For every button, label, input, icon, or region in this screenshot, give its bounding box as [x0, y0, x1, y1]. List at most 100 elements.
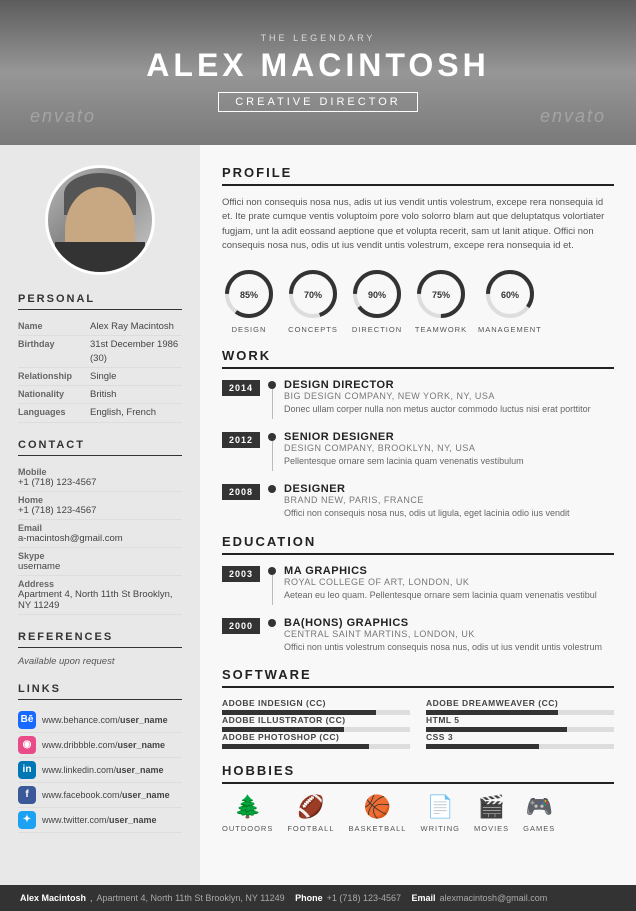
hobby-movies: 🎬 MOVIES: [474, 794, 509, 833]
twitter-icon: ✦: [18, 811, 36, 829]
footer-email-label: Email: [412, 893, 436, 903]
timeline-entry: 2012 SENIOR DESIGNER DESIGN COMPANY, BRO…: [222, 431, 614, 471]
facebook-icon: f: [18, 786, 36, 804]
hobby-label: GAMES: [523, 824, 555, 833]
timeline-dot: [268, 381, 276, 389]
work-list: 2014 DESIGN DIRECTOR BIG DESIGN COMPANY,…: [222, 379, 614, 520]
header: envato envato THE LEGENDARY ALEX MACINTO…: [0, 0, 636, 145]
software-name: ADOBE INDESIGN (CC): [222, 698, 410, 708]
education-list: 2003 MA GRAPHICS ROYAL COLLEGE OF ART, L…: [222, 565, 614, 654]
skills-row: 85% DESIGN 70% CONCEPTS 90% DIRECTION 75…: [222, 267, 614, 334]
hobby-icon: 🌲: [234, 794, 261, 820]
skill-label: DIRECTION: [352, 325, 402, 334]
contact-label: Email: [18, 523, 182, 533]
software-bar-bg: [222, 744, 410, 749]
link-item-facebook[interactable]: fwww.facebook.com/user_name: [18, 783, 182, 808]
skill-direction: 90% DIRECTION: [350, 267, 404, 334]
timeline-job-title: DESIGN DIRECTOR: [284, 379, 591, 391]
timeline-job-title: BA(HONS) GRAPHICS: [284, 617, 602, 629]
timeline-content: DESIGN DIRECTOR BIG DESIGN COMPANY, NEW …: [284, 379, 591, 416]
timeline-company: CENTRAL SAINT MARTINS, LONDON, UK: [284, 629, 602, 639]
timeline-content: BA(HONS) GRAPHICS CENTRAL SAINT MARTINS,…: [284, 617, 602, 654]
links-section-title: LINKS: [18, 683, 182, 700]
link-item-linkedin[interactable]: inwww.linkedin.com/user_name: [18, 758, 182, 783]
profile-text: Offici non consequis nosa nus, adis ut i…: [222, 196, 614, 253]
right-column: PROFILE Offici non consequis nosa nus, a…: [200, 145, 636, 885]
footer-phone: +1 (718) 123-4567: [327, 893, 401, 903]
skill-label: TEAMWORK: [415, 325, 467, 334]
timeline-dot: [268, 619, 276, 627]
timeline-dot-line: [268, 617, 276, 627]
contact-label: Home: [18, 495, 182, 505]
contact-value: +1 (718) 123-4567: [18, 477, 182, 488]
personal-section-title: PERSONAL: [18, 293, 182, 310]
watermark-right: envato: [540, 106, 606, 127]
skill-label: CONCEPTS: [288, 325, 338, 334]
link-text: www.dribbble.com/user_name: [42, 740, 165, 750]
contact-label: Skype: [18, 551, 182, 561]
header-title: CREATIVE DIRECTOR: [235, 96, 401, 108]
software-name: ADOBE DREAMWEAVER (CC): [426, 698, 614, 708]
contact-value: a-macintosh@gmail.com: [18, 533, 182, 544]
hobbies-title: HOBBIES: [222, 763, 614, 784]
personal-label: Birthday: [18, 336, 90, 368]
hobby-icon: 🏀: [364, 794, 391, 820]
timeline-job-title: SENIOR DESIGNER: [284, 431, 524, 443]
link-text: www.behance.com/user_name: [42, 715, 168, 725]
hobby-games: 🎮 GAMES: [523, 794, 555, 833]
svg-text:85%: 85%: [240, 290, 258, 300]
work-title: WORK: [222, 348, 614, 369]
software-col-right: ADOBE DREAMWEAVER (CC) HTML 5 CSS 3: [426, 698, 614, 749]
skill-teamwork: 75% TEAMWORK: [414, 267, 468, 334]
software-grid: ADOBE INDESIGN (CC) ADOBE ILLUSTRATOR (C…: [222, 698, 614, 749]
link-item-behance[interactable]: Bēwww.behance.com/user_name: [18, 708, 182, 733]
skill-circle-svg: 70%: [286, 267, 340, 321]
timeline-desc: Pellentesque ornare sem lacinia quam ven…: [284, 455, 524, 468]
timeline-job-title: MA GRAPHICS: [284, 565, 597, 577]
software-item: ADOBE DREAMWEAVER (CC): [426, 698, 614, 715]
timeline-entry: 2014 DESIGN DIRECTOR BIG DESIGN COMPANY,…: [222, 379, 614, 419]
timeline-company: BRAND NEW, PARIS, FRANCE: [284, 495, 570, 505]
timeline-dot: [268, 433, 276, 441]
personal-label: Languages: [18, 404, 90, 422]
hobby-icon: 🏈: [297, 794, 324, 820]
contact-list: Mobile+1 (718) 123-4567Home+1 (718) 123-…: [18, 464, 182, 615]
footer-address: Apartment 4, North 11th St Brooklyn, NY …: [97, 893, 285, 903]
timeline-dot-line: [268, 379, 276, 419]
software-name: ADOBE ILLUSTRATOR (CC): [222, 715, 410, 725]
contact-item: Home+1 (718) 123-4567: [18, 492, 182, 520]
personal-row: LanguagesEnglish, French: [18, 404, 182, 422]
personal-row: NationalityBritish: [18, 386, 182, 404]
software-bar-fill: [426, 744, 539, 749]
dribbble-icon: ◉: [18, 736, 36, 754]
contact-label: Address: [18, 579, 182, 589]
timeline-company: DESIGN COMPANY, BROOKLYN, NY, USA: [284, 443, 524, 453]
header-content: THE LEGENDARY ALEX MACINTOSH CREATIVE DI…: [146, 33, 489, 112]
link-item-twitter[interactable]: ✦www.twitter.com/user_name: [18, 808, 182, 833]
software-item: ADOBE INDESIGN (CC): [222, 698, 410, 715]
hobby-label: WRITING: [420, 824, 460, 833]
hobby-basketball: 🏀 BASKETBALL: [349, 794, 407, 833]
timeline-company: BIG DESIGN COMPANY, NEW YORK, NY, USA: [284, 391, 591, 401]
contact-section-title: CONTACT: [18, 439, 182, 456]
header-title-box: CREATIVE DIRECTOR: [218, 92, 418, 112]
timeline-company: ROYAL COLLEGE OF ART, LONDON, UK: [284, 577, 597, 587]
skill-circle-svg: 60%: [483, 267, 537, 321]
contact-value: +1 (718) 123-4567: [18, 505, 182, 516]
timeline-content: MA GRAPHICS ROYAL COLLEGE OF ART, LONDON…: [284, 565, 597, 602]
timeline-content: DESIGNER BRAND NEW, PARIS, FRANCE Offici…: [284, 483, 570, 520]
timeline-dot-line: [268, 431, 276, 471]
link-item-dribbble[interactable]: ◉ www.dribbble.com/user_name: [18, 733, 182, 758]
year-box: 2014: [222, 380, 260, 396]
personal-value: 31st December 1986 (30): [90, 336, 182, 368]
contact-item: AddressApartment 4, North 11th St Brookl…: [18, 576, 182, 615]
hobby-outdoors: 🌲 OUTDOORS: [222, 794, 273, 833]
svg-text:75%: 75%: [432, 290, 450, 300]
timeline-dot: [268, 567, 276, 575]
timeline-entry: 2003 MA GRAPHICS ROYAL COLLEGE OF ART, L…: [222, 565, 614, 605]
timeline-dot-line: [268, 483, 276, 493]
skill-circle-svg: 75%: [414, 267, 468, 321]
hobby-icon: 🎮: [526, 794, 553, 820]
year-box: 2000: [222, 618, 260, 634]
personal-value: Alex Ray Macintosh: [90, 318, 182, 336]
